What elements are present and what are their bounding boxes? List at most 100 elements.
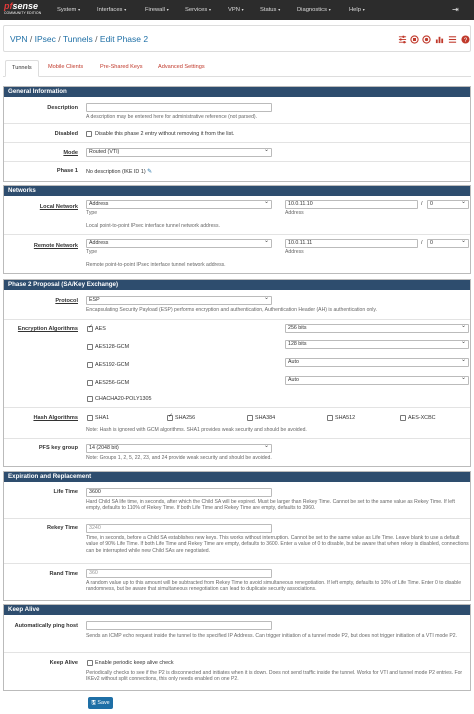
top-navbar: pfsense COMMUNITY EDITION System▼ Interf… (0, 0, 474, 20)
keep-alive-panel: Keep Alive Automatically ping host Sends… (3, 604, 471, 691)
keep-alive-text: Enable periodic keep alive check (95, 660, 174, 666)
description-input[interactable] (86, 103, 272, 112)
aes256-gcm-key-select[interactable]: Auto (285, 376, 469, 385)
sha1-checkbox[interactable] (87, 415, 93, 421)
breadcrumb-vpn[interactable]: VPN (10, 34, 27, 44)
description-label: Description (47, 105, 78, 111)
panel-heading: General Information (4, 87, 470, 97)
logo-text-b: sense (12, 1, 39, 11)
hash-row: Hash Algorithms SHA1 SHA256 SHA384 SHA51… (4, 408, 470, 439)
panel-heading: Keep Alive (4, 605, 470, 615)
help-icon[interactable]: ? (461, 35, 470, 44)
phase2-proposal-panel: Phase 2 Proposal (SA/Key Exchange) Proto… (3, 279, 471, 467)
aes128-gcm-checkbox[interactable] (87, 344, 93, 350)
menu-firewall[interactable]: Firewall▼ (145, 0, 169, 20)
tab-pre-shared-keys[interactable]: Pre-Shared Keys (100, 60, 143, 77)
aes256-gcm-label: AES256-GCM (95, 380, 130, 386)
keep-alive-help: Periodically checks to see if the P2 is … (86, 670, 463, 683)
tab-advanced-settings[interactable]: Advanced Settings (158, 60, 205, 77)
menu-help[interactable]: Help▼ (349, 0, 365, 20)
stop-circle-icon[interactable] (410, 35, 419, 44)
remote-type-caption: Type (86, 249, 98, 255)
page-title: Edit Phase 2 (99, 34, 149, 44)
sha384-label: SHA384 (255, 415, 276, 421)
panel-heading: Phase 2 Proposal (SA/Key Exchange) (4, 280, 470, 290)
logout-icon[interactable]: ⇥ (452, 0, 459, 20)
menu-vpn[interactable]: VPN▼ (228, 0, 244, 20)
aes192-gcm-label: AES192-GCM (95, 362, 130, 368)
list-icon[interactable] (448, 35, 457, 44)
remote-network-address-input[interactable]: 10.0.11.11 (285, 239, 418, 248)
remote-network-label: Remote Network (33, 243, 78, 249)
aes256-gcm-checkbox[interactable] (87, 380, 93, 386)
description-help: A description may be entered here for ad… (86, 114, 258, 120)
local-type-caption: Type (86, 210, 98, 216)
aes-key-length-select[interactable]: 256 bits (285, 324, 469, 333)
expiration-panel: Expiration and Replacement Life Time 360… (3, 471, 471, 601)
save-button[interactable]: 🖫 Save (88, 697, 113, 709)
ping-host-input[interactable] (86, 621, 272, 630)
local-network-address-input[interactable]: 10.0.11.10 (285, 200, 418, 209)
ping-host-label: Automatically ping host (14, 623, 78, 629)
remote-network-type-select[interactable]: Address (86, 239, 272, 248)
local-network-mask-select[interactable]: 0 (427, 200, 469, 209)
general-information-panel: General Information Description A descri… (3, 86, 471, 182)
phase1-row: Phase 1 No description (IKE ID 1) ✎ (4, 162, 470, 181)
remote-network-mask-select[interactable]: 0 (427, 239, 469, 248)
local-network-row: Local Network Address Type 10.0.11.10 / … (4, 196, 470, 235)
description-row: Description A description may be entered… (4, 97, 470, 124)
panel-heading: Expiration and Replacement (4, 472, 470, 482)
local-network-type-select[interactable]: Address (86, 200, 272, 209)
sliders-icon[interactable] (398, 35, 407, 44)
tab-bar: Tunnels Mobile Clients Pre-Shared Keys A… (3, 60, 471, 77)
chacha20-label: CHACHA20-POLY1305 (95, 396, 152, 402)
aes-label: AES (95, 326, 106, 332)
aes192-gcm-checkbox[interactable] (87, 362, 93, 368)
menu-system[interactable]: System▼ (57, 0, 81, 20)
menu-services[interactable]: Services▼ (185, 0, 212, 20)
status-icon[interactable] (422, 35, 431, 44)
menu-diagnostics[interactable]: Diagnostics▼ (297, 0, 331, 20)
aes-xcbc-checkbox[interactable] (400, 415, 406, 421)
bar-chart-icon[interactable] (435, 35, 444, 44)
sha384-checkbox[interactable] (247, 415, 253, 421)
sha512-checkbox[interactable] (327, 415, 333, 421)
keep-alive-checkbox[interactable] (87, 660, 93, 666)
tab-mobile-clients[interactable]: Mobile Clients (48, 60, 83, 77)
mode-select[interactable]: Routed (VTI) (86, 148, 272, 157)
breadcrumb-tunnels[interactable]: Tunnels (63, 34, 93, 44)
protocol-row: Protocol ESP Encapsulating Security Payl… (4, 290, 470, 320)
breadcrumb-ipsec[interactable]: IPsec (35, 34, 56, 44)
remote-network-help: Remote point-to-point IPsec interface tu… (86, 262, 226, 268)
menu-interfaces[interactable]: Interfaces▼ (97, 0, 127, 20)
phase1-label: Phase 1 (56, 168, 78, 174)
menu-status[interactable]: Status▼ (260, 0, 281, 20)
rekey-time-label: Rekey Time (47, 525, 78, 531)
sha256-checkbox[interactable] (167, 413, 173, 421)
protocol-select[interactable]: ESP (86, 296, 272, 305)
tab-tunnels[interactable]: Tunnels (5, 60, 39, 77)
aes-checkbox[interactable] (87, 324, 93, 332)
remote-address-caption: Address (285, 249, 304, 255)
rand-time-input[interactable]: 360 (86, 569, 272, 578)
life-time-row: Life Time 3600 Hard Child SA life time, … (4, 482, 470, 519)
ping-host-help: Sends an ICMP echo request inside the tu… (86, 633, 458, 639)
aes192-gcm-key-select[interactable]: Auto (285, 358, 469, 367)
sha256-label: SHA256 (175, 415, 196, 421)
disabled-checkbox[interactable] (86, 131, 92, 137)
rekey-time-input[interactable]: 3240 (86, 524, 272, 533)
rand-time-row: Rand Time 360 A random value up to this … (4, 564, 470, 600)
ping-host-row: Automatically ping host Sends an ICMP ec… (4, 615, 470, 653)
chacha20-checkbox[interactable] (87, 396, 93, 402)
mode-label: Mode (63, 150, 78, 156)
pfs-group-select[interactable]: 14 (2048 bit) (86, 444, 272, 453)
aes128-gcm-key-select[interactable]: 128 bits (285, 340, 469, 349)
pfsense-logo[interactable]: pfsense COMMUNITY EDITION (4, 2, 44, 18)
edit-pencil-icon[interactable]: ✎ (147, 169, 152, 175)
save-icon: 🖫 (91, 700, 96, 706)
sha512-label: SHA512 (335, 415, 356, 421)
life-time-input[interactable]: 3600 (86, 488, 272, 497)
pfs-label: PFS key group (38, 445, 78, 451)
aes-xcbc-label: AES-XCBC (408, 415, 436, 421)
disabled-text: Disable this phase 2 entry without remov… (95, 131, 235, 137)
